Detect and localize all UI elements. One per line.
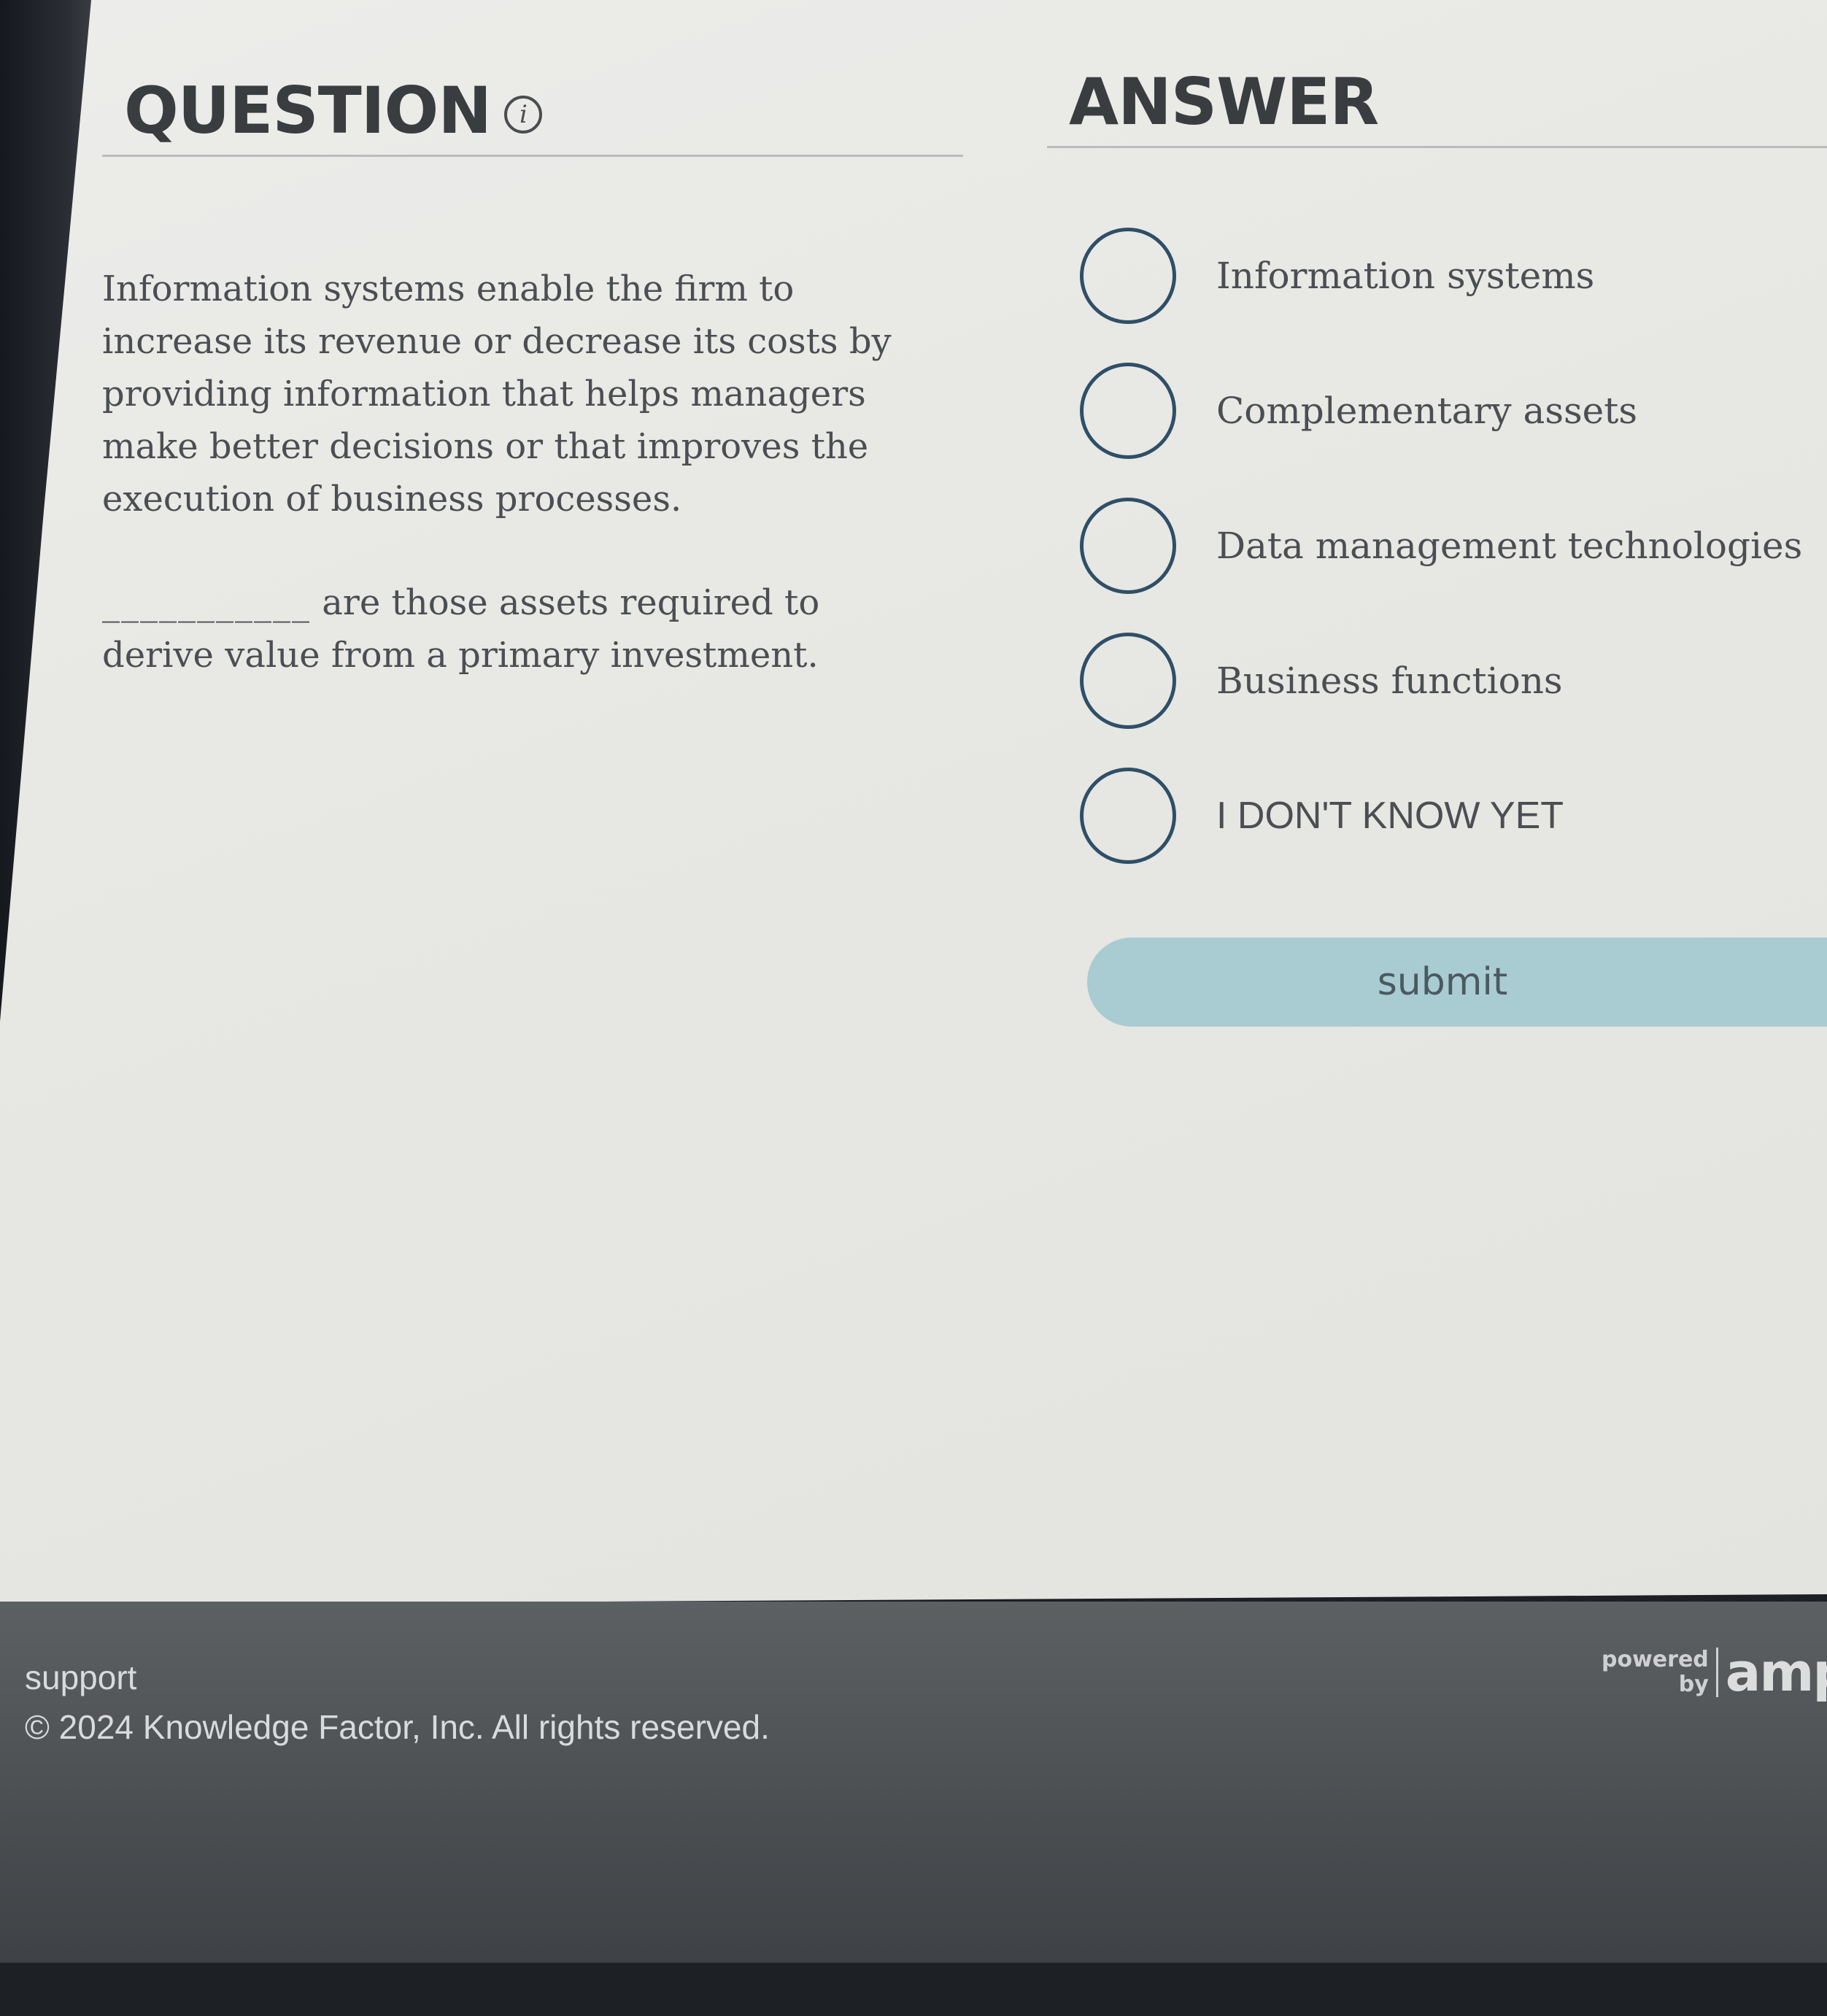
answer-option-2[interactable]: Complementary assets	[1080, 343, 1827, 478]
question-title: QUESTION	[124, 73, 492, 148]
answer-option-3[interactable]: Data management technologies	[1080, 478, 1827, 613]
question-context: Information systems enable the firm to i…	[102, 269, 892, 520]
footer-bottom-strip	[0, 1963, 1827, 2016]
answer-divider	[1047, 146, 1827, 148]
answer-options: Information systems Complementary assets…	[1080, 208, 1827, 883]
powered-label: powered	[1602, 1647, 1709, 1672]
radio-unselected-icon[interactable]	[1080, 632, 1176, 729]
answer-option-label: I DON'T KNOW YET	[1216, 794, 1564, 837]
submit-button[interactable]: submit	[1087, 938, 1827, 1027]
answer-title: ANSWER	[1069, 64, 1379, 139]
radio-unselected-icon[interactable]	[1080, 767, 1176, 864]
radio-unselected-icon[interactable]	[1080, 497, 1176, 594]
question-body: Information systems enable the firm to i…	[102, 263, 927, 733]
support-link[interactable]: support	[25, 1658, 136, 1697]
answer-option-label: Information systems	[1216, 254, 1595, 297]
info-icon[interactable]: i	[503, 95, 542, 134]
radio-unselected-icon[interactable]	[1080, 227, 1176, 324]
amp-logo: amp	[1725, 1642, 1827, 1703]
powered-by-logo: powered by amp	[1602, 1642, 1827, 1703]
answer-option-1[interactable]: Information systems	[1080, 208, 1827, 343]
page-footer	[0, 1602, 1827, 2016]
answer-option-5[interactable]: I DON'T KNOW YET	[1080, 748, 1827, 883]
question-header: QUESTION i	[124, 73, 542, 148]
answer-option-label: Complementary assets	[1216, 389, 1637, 432]
powered-by-text: powered by	[1602, 1648, 1718, 1697]
by-label: by	[1678, 1672, 1709, 1697]
answer-option-4[interactable]: Business functions	[1080, 613, 1827, 748]
answer-option-label: Business functions	[1216, 659, 1563, 702]
copyright-text: © 2024 Knowledge Factor, Inc. All rights…	[25, 1708, 770, 1746]
question-divider	[102, 155, 963, 157]
radio-unselected-icon[interactable]	[1080, 362, 1176, 459]
question-prompt: ___________ are those assets required to…	[102, 576, 927, 681]
fill-in-blank: ___________	[102, 582, 311, 623]
answer-option-label: Data management technologies	[1216, 524, 1803, 567]
